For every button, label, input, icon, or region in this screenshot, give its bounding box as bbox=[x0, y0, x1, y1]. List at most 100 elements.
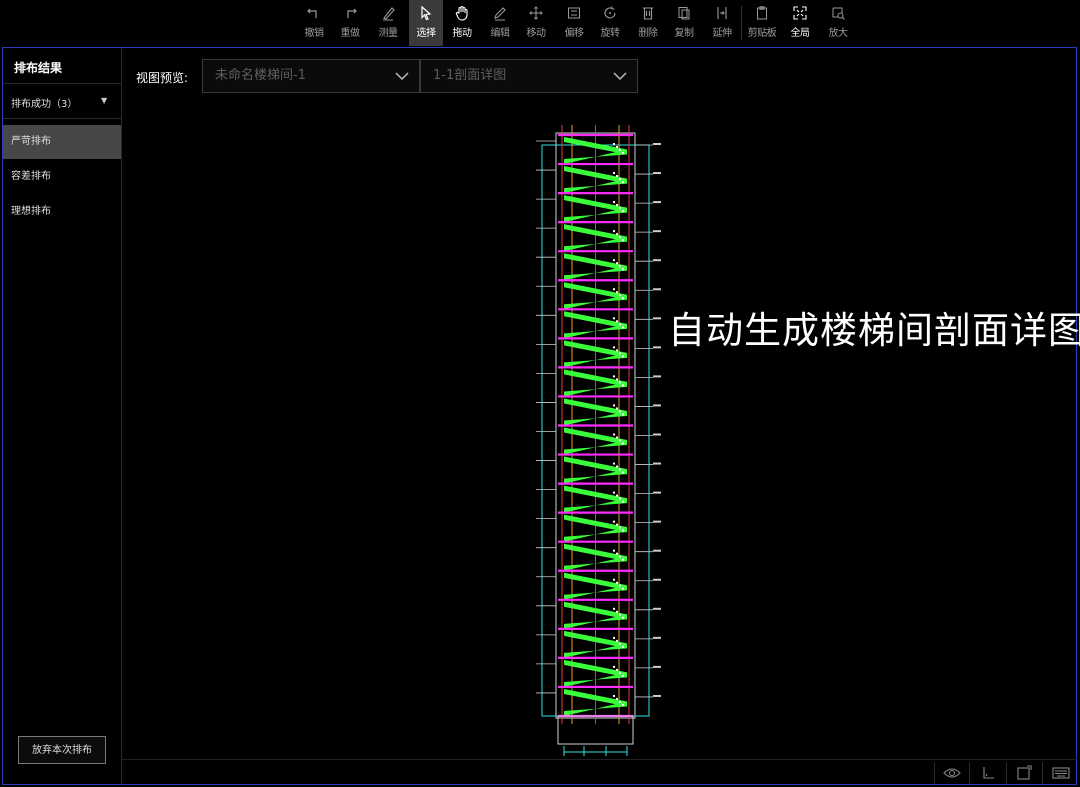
overlay-caption: 自动生成楼梯间剖面详图 bbox=[668, 309, 1080, 352]
level-label bbox=[653, 259, 661, 262]
detail-mark bbox=[622, 616, 624, 619]
detail-mark bbox=[622, 268, 624, 271]
undo-button[interactable]: 撤销 bbox=[297, 0, 331, 46]
delete-label: 删除 bbox=[638, 28, 659, 39]
detail-mark bbox=[622, 674, 624, 677]
detail-mark bbox=[622, 529, 624, 532]
detail-mark bbox=[622, 587, 624, 590]
detail-mark bbox=[622, 355, 624, 358]
detail-mark bbox=[613, 462, 615, 465]
layout-option-ideal[interactable]: 理想排布 bbox=[3, 195, 121, 229]
level-label bbox=[653, 346, 661, 349]
offset-icon bbox=[568, 7, 580, 19]
redo-button[interactable]: 重做 bbox=[333, 0, 367, 46]
move-button[interactable]: 移动 bbox=[519, 0, 553, 46]
status-divider bbox=[969, 762, 970, 784]
viewport-icon[interactable] bbox=[1013, 764, 1035, 782]
copy-icon bbox=[678, 7, 690, 20]
keyboard-icon[interactable] bbox=[1050, 764, 1072, 782]
eye-icon[interactable] bbox=[941, 764, 963, 782]
drag-label: 拖动 bbox=[452, 28, 473, 39]
detail-mark bbox=[613, 317, 615, 320]
detail-mark bbox=[613, 288, 615, 291]
status-divider bbox=[1042, 762, 1043, 784]
detail-mark bbox=[622, 239, 624, 242]
clipboard-button[interactable]: 剪贴板 bbox=[745, 0, 779, 46]
stair-section-drawing bbox=[536, 125, 661, 756]
detail-mark bbox=[619, 439, 621, 442]
discard-layout-button[interactable]: 放弃本次排布 bbox=[18, 736, 106, 764]
layout-option-tolerance[interactable]: 容差排布 bbox=[3, 160, 121, 194]
detail-mark bbox=[619, 352, 621, 355]
detail-mark bbox=[613, 201, 615, 204]
hand-drag-icon bbox=[455, 5, 468, 21]
detail-mark bbox=[616, 639, 618, 642]
detail-mark bbox=[616, 697, 618, 700]
redo-label: 重做 bbox=[340, 28, 361, 39]
detail-mark bbox=[622, 471, 624, 474]
axis-icon[interactable] bbox=[977, 764, 999, 782]
level-label bbox=[653, 172, 661, 175]
detail-mark bbox=[616, 204, 618, 207]
clipboard-label: 剪贴板 bbox=[747, 28, 777, 39]
section-select[interactable]: 1-1剖面详图 bbox=[420, 59, 638, 93]
select-button[interactable]: 选择 bbox=[409, 0, 443, 46]
caret-down-icon[interactable]: ▼ bbox=[101, 96, 107, 105]
edit-label: 编辑 bbox=[490, 28, 511, 39]
level-label bbox=[653, 607, 661, 610]
detail-mark bbox=[619, 236, 621, 239]
detail-mark bbox=[616, 668, 618, 671]
detail-mark bbox=[616, 233, 618, 236]
level-label bbox=[653, 491, 661, 494]
extend-button[interactable]: 延伸 bbox=[705, 0, 739, 46]
level-label bbox=[653, 230, 661, 233]
fit-all-button[interactable]: 全局 bbox=[783, 0, 817, 46]
detail-mark bbox=[616, 320, 618, 323]
delete-button[interactable]: 删除 bbox=[631, 0, 665, 46]
detail-mark bbox=[619, 613, 621, 616]
level-label bbox=[653, 433, 661, 436]
measure-button[interactable]: 测量 bbox=[371, 0, 405, 46]
extend-icon bbox=[717, 7, 727, 19]
edit-button[interactable]: 编辑 bbox=[483, 0, 517, 46]
detail-mark bbox=[613, 607, 615, 610]
copy-label: 复制 bbox=[674, 28, 695, 39]
detail-mark bbox=[619, 410, 621, 413]
layout-option-label: 容差排布 bbox=[11, 171, 51, 182]
detail-mark bbox=[613, 375, 615, 378]
detail-mark bbox=[616, 291, 618, 294]
select-cursor-icon bbox=[421, 5, 432, 21]
detail-mark bbox=[619, 468, 621, 471]
detail-mark bbox=[619, 584, 621, 587]
detail-mark bbox=[619, 642, 621, 645]
detail-mark bbox=[622, 500, 624, 503]
detail-mark bbox=[619, 497, 621, 500]
level-label bbox=[653, 636, 661, 639]
layout-option-strict[interactable]: 严苛排布 bbox=[3, 125, 121, 159]
level-label bbox=[653, 317, 661, 320]
copy-button[interactable]: 复制 bbox=[667, 0, 701, 46]
section-select-value: 1-1剖面详图 bbox=[433, 68, 507, 83]
offset-button[interactable]: 偏移 bbox=[557, 0, 591, 46]
detail-mark bbox=[616, 146, 618, 148]
detail-mark bbox=[613, 404, 615, 407]
level-label bbox=[653, 143, 661, 145]
drawing-canvas[interactable] bbox=[122, 95, 1077, 759]
detail-mark bbox=[622, 384, 624, 387]
view-preview-label: 视图预览: bbox=[136, 71, 189, 85]
layout-status-dropdown[interactable]: 排布成功（3） bbox=[11, 95, 77, 110]
chevron-down-icon bbox=[395, 72, 409, 81]
detail-mark bbox=[616, 523, 618, 526]
zoom-in-label: 放大 bbox=[828, 28, 849, 39]
stair-select[interactable]: 未命名楼梯间-1 bbox=[202, 59, 420, 93]
detail-mark bbox=[622, 558, 624, 561]
zoom-in-button[interactable]: 放大 bbox=[821, 0, 855, 46]
level-label bbox=[653, 288, 661, 291]
detail-mark bbox=[622, 210, 624, 213]
rotate-button[interactable]: 旋转 bbox=[593, 0, 627, 46]
delete-icon bbox=[643, 7, 653, 20]
fit-all-label: 全局 bbox=[790, 28, 811, 39]
drag-button[interactable]: 拖动 bbox=[445, 0, 479, 46]
level-label bbox=[653, 665, 661, 668]
level-label bbox=[653, 549, 661, 552]
